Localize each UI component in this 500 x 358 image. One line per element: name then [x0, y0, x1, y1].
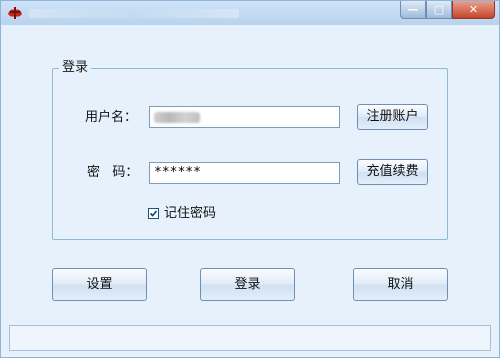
status-bar: [9, 325, 491, 351]
password-input[interactable]: ******: [149, 162, 340, 184]
login-groupbox: [52, 68, 448, 240]
minimize-icon: —: [407, 3, 419, 16]
minimize-button[interactable]: —: [400, 1, 426, 19]
register-account-button[interactable]: 注册账户: [357, 104, 428, 130]
login-button[interactable]: 登录: [200, 268, 295, 301]
username-value-redacted: [154, 112, 200, 123]
username-input[interactable]: [149, 106, 340, 128]
password-value: ******: [154, 165, 201, 180]
checkmark-icon: [149, 210, 158, 217]
app-logo-icon: [8, 7, 22, 19]
maximize-button[interactable]: □: [426, 1, 452, 19]
close-button[interactable]: ✕: [452, 1, 495, 19]
recharge-button[interactable]: 充值续费: [357, 159, 428, 185]
window-title: [29, 9, 239, 18]
cancel-button[interactable]: 取消: [353, 268, 448, 301]
login-window: — □ ✕ 登录 用户名： 注册账户 密 码： ****** 充值续费 记住密码…: [0, 0, 500, 358]
username-label: 用户名：: [85, 110, 138, 125]
title-bar[interactable]: — □ ✕: [1, 1, 499, 25]
remember-password-label: 记住密码: [164, 206, 217, 221]
password-label: 密 码：: [87, 165, 139, 180]
settings-button[interactable]: 设置: [52, 268, 147, 301]
maximize-icon: □: [433, 3, 445, 16]
checkbox-box[interactable]: [148, 208, 159, 219]
close-icon: ✕: [468, 3, 479, 16]
login-groupbox-title: 登录: [59, 60, 92, 76]
